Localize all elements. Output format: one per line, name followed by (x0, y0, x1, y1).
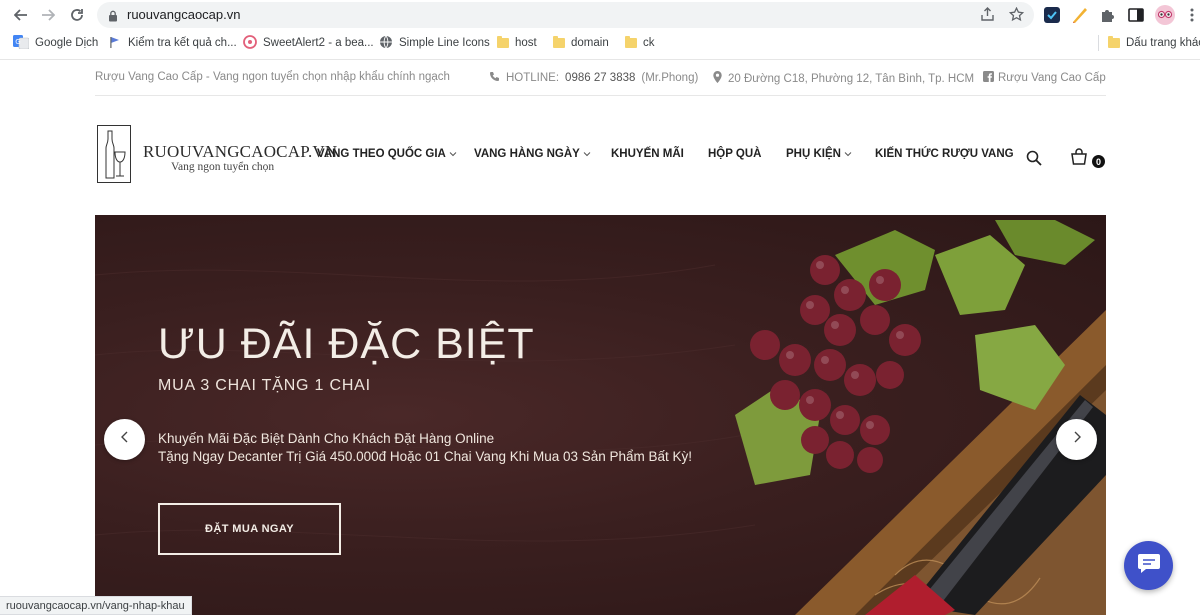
bookmark-star-icon[interactable] (1008, 6, 1025, 27)
bookmark-flag-icon (108, 35, 122, 52)
forward-icon[interactable] (38, 5, 58, 25)
bookmark-label: Google Dịch (35, 37, 99, 49)
chat-bubble-icon (1137, 552, 1161, 579)
hotline-label: HOTLINE: (506, 72, 560, 84)
bookmark-kiem-tra[interactable]: Kiểm tra kết quả ch... (108, 35, 237, 51)
hotline[interactable]: HOTLINE: 0986 27 3838 (Mr.Phong) (489, 71, 698, 85)
bookmark-label: host (515, 37, 537, 49)
bookmark-simple-line-icons[interactable]: Simple Line Icons (379, 35, 490, 51)
hotline-number: 0986 27 3838 (565, 72, 636, 84)
nav-vang-hang-ngay[interactable]: VANG HÀNG NGÀY (474, 148, 591, 160)
folder-icon (625, 36, 637, 48)
bookmark-label: Kiểm tra kết quả ch... (128, 37, 237, 49)
chevron-left-icon (120, 430, 130, 449)
logo-subtitle: Vang ngon tuyển chọn (171, 161, 275, 173)
reload-icon[interactable] (67, 5, 87, 25)
bookmark-google-dich[interactable]: G Google Dịch (13, 34, 99, 52)
nav-kien-thuc-ruou-vang[interactable]: KIẾN THỨC RƯỢU VANG (875, 148, 1014, 160)
chevron-down-icon (449, 148, 457, 160)
hotline-name: (Mr.Phong) (641, 72, 699, 84)
menu-kebab-icon[interactable] (1183, 6, 1200, 24)
share-icon[interactable] (980, 7, 995, 27)
browser-toolbar: ruouvangcaocap.vn (0, 0, 1200, 30)
nav-khuyen-mai[interactable]: KHUYẾN MÃI (611, 148, 684, 160)
lock-icon[interactable] (108, 9, 118, 27)
search-icon[interactable] (1026, 150, 1042, 171)
folder-icon (497, 36, 509, 48)
bookmark-folder-host[interactable]: host (497, 35, 537, 51)
slider-next-button[interactable] (1056, 419, 1097, 460)
store-address: 20 Đường C18, Phường 12, Tân Bình, Tp. H… (713, 71, 974, 86)
map-pin-icon (713, 71, 722, 86)
order-now-button[interactable]: ĐẶT MUA NGAY (158, 503, 341, 555)
sweetalert-icon (243, 34, 257, 52)
bookmarks-bar: G Google Dịch Kiểm tra kết quả ch... Swe… (0, 31, 1200, 55)
extension-shield-icon[interactable] (1043, 6, 1061, 24)
hero-slider: ƯU ĐÃI ĐẶC BIỆT MUA 3 CHAI TẶNG 1 CHAI K… (95, 215, 1106, 615)
hero-line-1: Khuyến Mãi Đặc Biệt Dành Cho Khách Đặt H… (158, 431, 495, 446)
back-icon[interactable] (11, 5, 31, 25)
bookmark-label: ck (643, 37, 655, 49)
bookmark-label: Simple Line Icons (399, 37, 490, 49)
address-bar[interactable]: ruouvangcaocap.vn (97, 2, 1034, 28)
hero-title: ƯU ĐÃI ĐẶC BIỆT (158, 320, 535, 368)
chevron-down-icon (844, 148, 852, 160)
slider-prev-button[interactable] (104, 419, 145, 460)
nav-vang-theo-quoc-gia[interactable]: VANG THEO QUỐC GIA (317, 148, 457, 160)
logo-title[interactable]: RUOUVANGCAOCAP.VN (143, 142, 337, 162)
nav-phu-kien[interactable]: PHỤ KIỆN (786, 148, 852, 160)
facebook-icon (983, 71, 994, 85)
bookmarks-divider (1098, 35, 1099, 51)
profile-avatar[interactable] (1155, 5, 1175, 25)
nav-hop-qua[interactable]: HỘP QUÀ (708, 148, 761, 160)
folder-icon (553, 36, 565, 48)
status-bar-url: ruouvangcaocap.vn/vang-nhap-khau (0, 596, 192, 615)
svg-text:G: G (15, 38, 20, 46)
browser-chrome: ruouvangcaocap.vn G Google Dịch Kiểm tra… (0, 0, 1200, 60)
side-panel-icon[interactable] (1127, 6, 1145, 24)
folder-icon (1108, 36, 1120, 48)
bookmark-label: Dấu trang khác (1126, 37, 1200, 49)
hero-background-image (95, 220, 1106, 615)
chat-button[interactable] (1124, 541, 1173, 590)
url-text: ruouvangcaocap.vn (127, 7, 241, 22)
hero-line-2: Tặng Ngay Decanter Trị Giá 450.000đ Hoặc… (158, 449, 693, 464)
facebook-link[interactable]: Rượu Vang Cao Cấp (983, 71, 1106, 85)
logo-mark[interactable] (97, 125, 131, 183)
chevron-down-icon (583, 148, 591, 160)
chevron-right-icon (1072, 430, 1082, 449)
site-tagline: Rượu Vang Cao Cấp - Vang ngon tuyển chọn… (95, 71, 450, 83)
extension-pencil-icon[interactable] (1071, 6, 1089, 24)
site-topbar: Rượu Vang Cao Cấp - Vang ngon tuyển chọn… (95, 62, 1106, 96)
bookmark-label: SweetAlert2 - a bea... (263, 37, 374, 49)
bookmark-label: domain (571, 37, 609, 49)
bookmark-other-folder[interactable]: Dấu trang khác (1108, 35, 1200, 51)
site-header: RUOUVANGCAOCAP.VN Vang ngon tuyển chọn V… (95, 110, 1106, 200)
cart-count-badge: 0 (1092, 155, 1105, 168)
bookmark-sweetalert2[interactable]: SweetAlert2 - a bea... (243, 34, 374, 52)
bookmark-folder-ck[interactable]: ck (625, 35, 655, 51)
globe-icon (379, 35, 393, 52)
phone-icon (489, 71, 500, 85)
wine-glass-bottle-icon (105, 130, 126, 179)
google-translate-icon: G (13, 34, 30, 52)
cart-icon[interactable] (1070, 148, 1088, 171)
extensions-puzzle-icon[interactable] (1099, 6, 1117, 24)
hero-subtitle: MUA 3 CHAI TẶNG 1 CHAI (158, 377, 371, 394)
bookmark-folder-domain[interactable]: domain (553, 35, 609, 51)
